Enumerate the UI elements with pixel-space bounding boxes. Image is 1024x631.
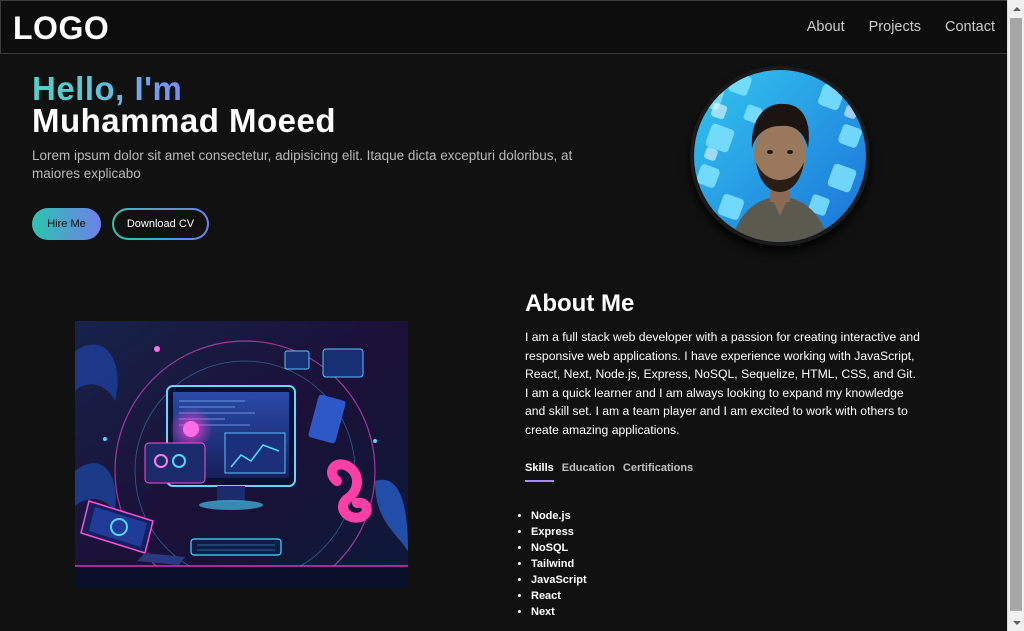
navbar: LOGO About Projects Contact	[0, 0, 1007, 54]
list-item: Tailwind	[531, 556, 587, 572]
skills-list: Node.js Express NoSQL Tailwind JavaScrip…	[531, 508, 587, 620]
about-tabs: Skills Education Certifications	[525, 462, 693, 482]
profile-avatar	[690, 66, 870, 246]
list-item: Node.js	[531, 508, 587, 524]
list-item: Next	[531, 604, 587, 620]
hero-intro: Lorem ipsum dolor sit amet consectetur, …	[32, 148, 573, 181]
tab-skills[interactable]: Skills	[525, 462, 554, 482]
list-item: NoSQL	[531, 540, 587, 556]
scroll-up-arrow-icon[interactable]	[1008, 0, 1024, 17]
list-item: React	[531, 588, 587, 604]
tab-certifications[interactable]: Certifications	[623, 462, 693, 482]
list-item: Express	[531, 524, 587, 540]
scrollbar-thumb[interactable]	[1010, 18, 1022, 611]
list-item: JavaScript	[531, 572, 587, 588]
nav-links: About Projects Contact	[807, 19, 995, 35]
vertical-scrollbar[interactable]	[1007, 0, 1024, 631]
hero-name: Muhammad Moeed	[32, 102, 337, 139]
scroll-down-arrow-icon[interactable]	[1008, 614, 1024, 631]
tab-education[interactable]: Education	[562, 462, 615, 482]
download-cv-label: Download CV	[114, 210, 207, 238]
download-cv-button[interactable]: Download CV	[112, 208, 209, 240]
logo[interactable]: LOGO	[13, 10, 109, 47]
nav-link-projects[interactable]: Projects	[869, 19, 921, 35]
about-title: About Me	[525, 290, 635, 317]
about-text: I am a full stack web developer with a p…	[525, 330, 920, 437]
workspace-illustration	[75, 321, 408, 588]
hire-me-button[interactable]: Hire Me	[32, 208, 101, 240]
portfolio-page: LOGO About Projects Contact Hello, I'm M…	[0, 0, 1007, 631]
nav-link-about[interactable]: About	[807, 19, 845, 35]
nav-link-contact[interactable]: Contact	[945, 19, 995, 35]
